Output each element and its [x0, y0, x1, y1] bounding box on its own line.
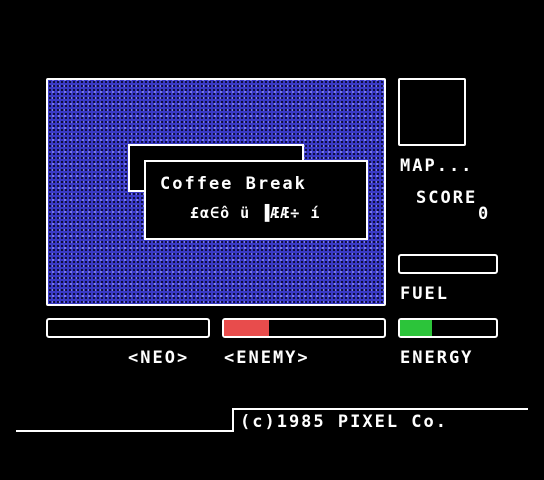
- dialog-title: Coffee Break: [160, 174, 307, 194]
- dialog-garbled-text: £α∈ô ü ▐ÆÆ÷ í: [190, 204, 321, 222]
- score-label: SCORE: [416, 188, 478, 208]
- enemy-label: <ENEMY>: [224, 348, 310, 368]
- energy-fill: [400, 320, 432, 336]
- energy-label: ENERGY: [400, 348, 474, 368]
- minimap: [398, 78, 466, 146]
- score-value: 0: [478, 204, 491, 224]
- footer-divider-left: [16, 430, 232, 432]
- fuel-label: FUEL: [400, 284, 449, 304]
- energy-bar: [398, 318, 498, 338]
- footer-divider-step: [232, 408, 234, 432]
- footer-divider-right: [232, 408, 528, 410]
- fuel-bar: [398, 254, 498, 274]
- coffee-break-dialog: Coffee Break £α∈ô ü ▐ÆÆ÷ í: [144, 160, 368, 240]
- enemy-bar: [222, 318, 386, 338]
- neo-bar: [46, 318, 210, 338]
- enemy-fill: [224, 320, 269, 336]
- map-label: MAP...: [400, 156, 474, 176]
- neo-label: <NEO>: [128, 348, 190, 368]
- copyright-text: (c)1985 PIXEL Co.: [240, 412, 448, 432]
